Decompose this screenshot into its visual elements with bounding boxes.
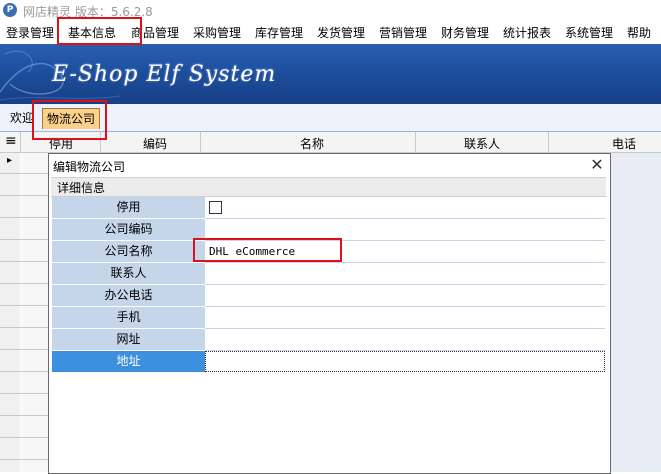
field-label-disabled: 停用 (52, 197, 205, 219)
close-icon[interactable]: ✕ (587, 155, 607, 175)
edit-logistics-dialog: 编辑物流公司 ✕ 详细信息 停用 公司编码 公司名称 DHL eCommerce… (48, 153, 611, 474)
details-section-header: 详细信息 (51, 177, 606, 197)
banner: E-Shop Elf System (0, 44, 661, 104)
address-input[interactable] (205, 351, 605, 372)
field-label-company-code: 公司编码 (52, 219, 205, 241)
col-header-contact[interactable]: 联系人 (464, 135, 500, 152)
menu-system[interactable]: 系统管理 (565, 24, 613, 41)
menu-finance[interactable]: 财务管理 (441, 24, 489, 41)
menu-shipping[interactable]: 发货管理 (317, 24, 365, 41)
field-label-office-phone: 办公电话 (52, 285, 205, 307)
banner-logo-text: E-Shop Elf System (52, 62, 277, 87)
field-label-address: 地址 (52, 351, 205, 373)
field-row-disabled: 停用 (52, 197, 607, 219)
grid-empty-area (610, 153, 661, 472)
website-input[interactable] (205, 329, 605, 351)
section-title: 详细信息 (57, 181, 106, 195)
disabled-checkbox[interactable] (209, 201, 222, 214)
current-row-marker-icon: ▸ (7, 155, 13, 166)
field-value-disabled[interactable] (205, 197, 605, 219)
field-label-company-name: 公司名称 (52, 241, 205, 263)
highlight-logistics-tab (32, 100, 107, 140)
menu-marketing[interactable]: 营销管理 (379, 24, 427, 41)
menu-reports[interactable]: 统计报表 (503, 24, 551, 41)
highlight-basic-info-menu (57, 17, 142, 45)
menu-inventory[interactable]: 库存管理 (255, 24, 303, 41)
highlight-company-name-field (193, 238, 342, 262)
grid-menu-icon[interactable]: ≡ (5, 133, 17, 149)
field-row-address: 地址 (52, 351, 607, 373)
col-header-name[interactable]: 名称 (300, 135, 324, 152)
col-header-phone[interactable]: 电话 (612, 135, 636, 152)
field-label-website: 网址 (52, 329, 205, 351)
field-row-mobile: 手机 (52, 307, 607, 329)
dialog-title-bar: 编辑物流公司 ✕ (49, 154, 610, 176)
app-logo-icon: P (3, 3, 17, 17)
menu-purchasing[interactable]: 采购管理 (193, 24, 241, 41)
grid-cell-column (21, 153, 48, 472)
field-label-contact: 联系人 (52, 263, 205, 285)
dialog-title: 编辑物流公司 (53, 160, 126, 174)
mobile-input[interactable] (205, 307, 605, 329)
office-phone-input[interactable] (205, 285, 605, 307)
menu-help[interactable]: 帮助 (627, 24, 651, 41)
field-row-website: 网址 (52, 329, 607, 351)
field-label-mobile: 手机 (52, 307, 205, 329)
field-row-contact: 联系人 (52, 263, 607, 285)
contact-input[interactable] (205, 263, 605, 285)
menu-login[interactable]: 登录管理 (6, 24, 54, 41)
col-header-code[interactable]: 编码 (143, 135, 167, 152)
row-header-column (0, 153, 20, 472)
field-row-office-phone: 办公电话 (52, 285, 607, 307)
